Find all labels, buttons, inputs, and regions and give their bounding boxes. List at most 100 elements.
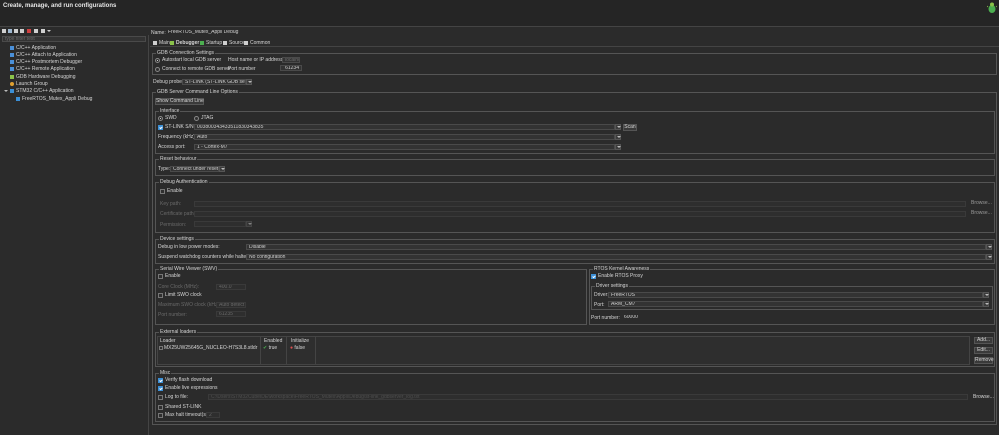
startup-tab-icon: [200, 41, 204, 45]
config-name-input[interactable]: FreeRTOS_Mutex_Appli Debug: [165, 29, 997, 35]
verify-flash-checkbox[interactable]: [158, 378, 163, 383]
chevron-down-icon[interactable]: [246, 221, 252, 227]
sidebar-item-cpp-remote[interactable]: C/C++ Remote Application: [10, 66, 75, 72]
filter-input[interactable]: type filter text: [2, 36, 146, 42]
access-port-label: Access port:: [158, 144, 186, 150]
swv-enable-checkbox[interactable]: [158, 274, 163, 279]
new-prototype-icon[interactable]: [8, 29, 12, 33]
sidebar-item-gdb-hardware[interactable]: GDB Hardware Debugging: [10, 74, 75, 80]
new-config-icon[interactable]: [2, 29, 6, 33]
sidebar-item-cpp-postmortem[interactable]: C/C++ Postmortem Debugger: [10, 59, 82, 65]
filter-icon[interactable]: [41, 29, 45, 33]
name-label: Name:: [151, 30, 166, 36]
export-icon[interactable]: [14, 29, 18, 33]
permission-select[interactable]: [194, 221, 246, 227]
tab-startup[interactable]: Startup: [200, 40, 222, 46]
chevron-down-icon[interactable]: [983, 292, 989, 298]
access-port-select[interactable]: 1 - Cortex-M7: [194, 144, 615, 150]
duplicate-icon[interactable]: [20, 29, 24, 33]
browse-key-button[interactable]: Browse...: [970, 200, 992, 207]
swd-radio[interactable]: [158, 116, 163, 121]
collapse-arrow-icon[interactable]: [4, 90, 8, 92]
auth-enable-checkbox[interactable]: [160, 189, 165, 194]
chevron-down-icon[interactable]: [986, 244, 992, 250]
browse-log-button[interactable]: Browse...: [972, 394, 994, 401]
sidebar-item-cpp-attach[interactable]: C/C++ Attach to Application: [10, 52, 77, 58]
tab-source[interactable]: Source: [223, 40, 245, 46]
low-power-select[interactable]: Disable: [246, 244, 986, 250]
tab-debugger[interactable]: Debugger: [170, 40, 199, 46]
stlink-sn-checkbox[interactable]: [158, 125, 163, 130]
chevron-down-icon[interactable]: [246, 79, 252, 85]
frequency-select[interactable]: Auto: [194, 134, 615, 140]
sidebar-item-freertos-debug[interactable]: FreeRTOS_Mutex_Appli Debug: [16, 96, 92, 102]
sidebar-item-cpp-application[interactable]: C/C++ Application: [10, 45, 56, 51]
driver-select[interactable]: FreeRTOS: [608, 292, 983, 298]
sidebar-item-label: C/C++ Remote Application: [16, 66, 75, 72]
rtos-port-label: Port:: [594, 302, 605, 308]
debug-probe-select[interactable]: ST-LINK (ST-LINK GDB server): [182, 79, 246, 85]
tab-common[interactable]: Common: [244, 40, 270, 46]
dialog-header: [0, 0, 999, 27]
swv-port-label: Port number:: [158, 312, 187, 318]
jtag-radio[interactable]: [194, 116, 199, 121]
sidebar-item-label: C/C++ Postmortem Debugger: [16, 59, 83, 65]
remote-label: Connect to remote GDB server: [162, 66, 231, 72]
sidebar-item-launch-group[interactable]: Launch Group: [10, 81, 48, 87]
certificate-path-input[interactable]: [194, 211, 966, 217]
sidebar-item-label: C/C++ Application: [16, 45, 57, 51]
log-to-file-checkbox[interactable]: [158, 395, 163, 400]
debugger-tab-icon: [170, 41, 174, 45]
chevron-down-icon[interactable]: [615, 134, 621, 140]
max-halt-input[interactable]: 2: [206, 412, 220, 418]
chevron-down-icon[interactable]: [47, 30, 51, 32]
rtos-proxy-checkbox[interactable]: [591, 274, 596, 279]
core-clock-label: Core Clock (MHz):: [158, 284, 200, 290]
table-row[interactable]: MX25UW25645G_NUCLEO-H7S3L8.stldr ✔ true …: [158, 345, 316, 352]
scan-button[interactable]: Scan: [623, 124, 637, 131]
swv-port-input[interactable]: 61235: [216, 311, 246, 317]
frequency-label: Frequency (kHz):: [158, 134, 197, 140]
tab-label: Debugger: [176, 40, 200, 46]
remote-radio[interactable]: [155, 67, 160, 72]
reset-type-select[interactable]: Connect under reset: [170, 166, 219, 172]
sidebar: [0, 35, 149, 435]
group-title: Device settings: [159, 236, 195, 242]
sidebar-item-stm32-application[interactable]: STM32 C/C++ Application: [10, 88, 74, 94]
remove-loader-button[interactable]: Remove: [974, 357, 994, 364]
stm32-icon: [16, 97, 20, 101]
loader-row-checkbox[interactable]: [159, 346, 163, 350]
group-title: Interface: [159, 108, 181, 114]
max-halt-checkbox[interactable]: [158, 413, 163, 418]
core-clock-input[interactable]: 400.0: [216, 284, 246, 290]
tab-main[interactable]: Main: [153, 40, 170, 46]
sidebar-item-label: GDB Hardware Debugging: [16, 74, 76, 80]
chevron-down-icon[interactable]: [615, 144, 621, 150]
chevron-down-icon[interactable]: [219, 166, 225, 172]
edit-loader-button[interactable]: Edit...: [974, 347, 993, 354]
key-path-input[interactable]: [194, 201, 966, 207]
browse-certificate-button[interactable]: Browse...: [970, 210, 992, 217]
rtos-port-select[interactable]: ARM_CM7: [608, 301, 983, 307]
shared-stlink-checkbox[interactable]: [158, 405, 163, 410]
show-command-line-button[interactable]: Show Command Line: [155, 98, 204, 105]
port-input[interactable]: 61234: [280, 65, 302, 71]
collapse-all-icon[interactable]: [34, 29, 38, 33]
limit-swo-checkbox[interactable]: [158, 293, 163, 298]
host-input[interactable]: localhost: [282, 57, 300, 63]
chevron-down-icon[interactable]: [983, 301, 989, 307]
rtos-port-number-input[interactable]: 60000: [621, 314, 649, 320]
shared-stlink-label: Shared ST-LINK: [165, 404, 202, 410]
autostart-radio[interactable]: [155, 58, 160, 63]
watchdog-select[interactable]: No configuration: [246, 254, 986, 260]
chevron-down-icon[interactable]: [986, 254, 992, 260]
enabled-column-header: Enabled: [264, 338, 283, 344]
chevron-down-icon[interactable]: [615, 124, 621, 130]
log-file-input[interactable]: C:\Users\STM32CubeIDE\workspace\FreeRTOS…: [208, 394, 968, 400]
debug-probe-label: Debug probe:: [153, 79, 184, 85]
live-expressions-checkbox[interactable]: [158, 386, 163, 391]
max-swo-input[interactable]: Auto detect: [216, 302, 246, 308]
add-loader-button[interactable]: Add...: [974, 337, 993, 344]
stlink-sn-select[interactable]: 003800343433511830343835: [194, 124, 615, 130]
delete-icon[interactable]: [27, 29, 31, 33]
